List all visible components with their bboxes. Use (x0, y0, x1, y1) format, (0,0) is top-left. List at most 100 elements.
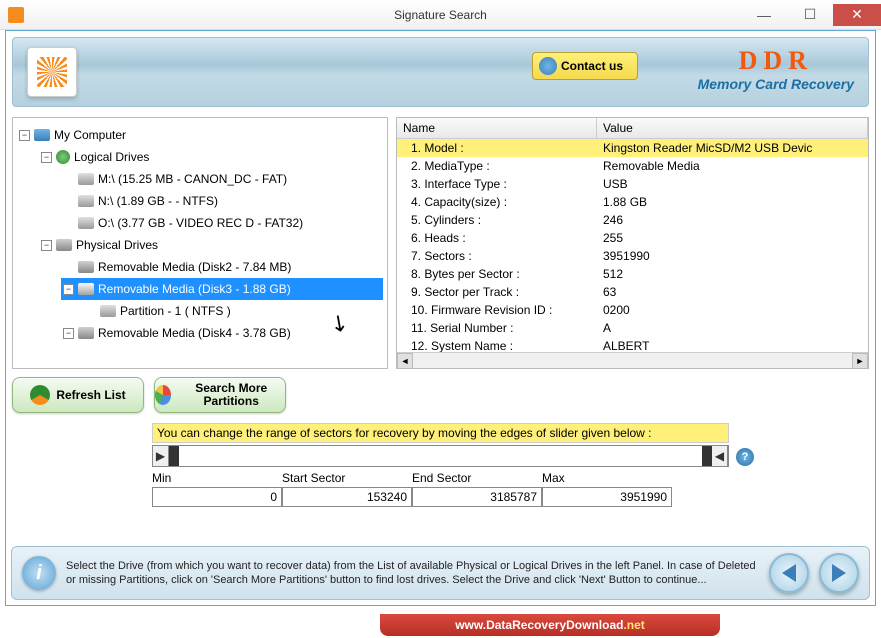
refresh-list-button[interactable]: Refresh List (12, 377, 144, 413)
brand-block: DDR Memory Card Recovery (698, 46, 854, 92)
max-input[interactable] (542, 487, 672, 507)
scroll-left-icon[interactable]: ◄ (397, 353, 413, 369)
window-body: Contact us DDR Memory Card Recovery −My … (5, 30, 876, 606)
prop-name: 8. Bytes per Sector : (397, 267, 597, 281)
tree-partition-0[interactable]: Partition - 1 ( NTFS ) (83, 300, 383, 322)
start-sector-input[interactable] (282, 487, 412, 507)
prop-value: 0200 (597, 303, 868, 317)
tree-label: Logical Drives (74, 150, 149, 164)
property-row[interactable]: 10. Firmware Revision ID :0200 (397, 301, 868, 319)
prop-value: 3951990 (597, 249, 868, 263)
slider-handle-left[interactable] (169, 446, 179, 466)
contact-avatar-icon (539, 57, 557, 75)
property-row[interactable]: 3. Interface Type :USB (397, 175, 868, 193)
slider-hint: You can change the range of sectors for … (152, 423, 729, 443)
properties-panel: Name Value 1. Model :Kingston Reader Mic… (396, 117, 869, 369)
minimize-button[interactable]: — (741, 4, 787, 26)
tree-physical-drives[interactable]: − Physical Drives (39, 234, 383, 256)
prop-name: 12. System Name : (397, 339, 597, 352)
search-more-label: Search More Partitions (177, 382, 285, 408)
maximize-button[interactable]: ☐ (787, 4, 833, 26)
tree-toggle-icon[interactable]: − (63, 284, 74, 295)
tree-toggle-icon[interactable]: − (63, 328, 74, 339)
url-domain: DataRecoveryDownload (486, 618, 623, 632)
tree-label: Removable Media (Disk3 - 1.88 GB) (98, 282, 291, 296)
slider-handle-right[interactable] (702, 446, 712, 466)
contact-us-button[interactable]: Contact us (532, 52, 638, 80)
prop-name: 1. Model : (397, 141, 597, 155)
sector-range-section: You can change the range of sectors for … (12, 423, 869, 507)
prop-value: 246 (597, 213, 868, 227)
prop-name: 5. Cylinders : (397, 213, 597, 227)
tree-root[interactable]: −My Computer (17, 124, 383, 146)
close-button[interactable]: ✕ (833, 4, 881, 26)
brand-subtitle: Memory Card Recovery (698, 76, 854, 92)
property-row[interactable]: 9. Sector per Track :63 (397, 283, 868, 301)
tree-label: Partition - 1 ( NTFS ) (120, 304, 231, 318)
next-button[interactable] (819, 553, 859, 593)
drive-tree[interactable]: −My Computer−Logical DrivesM:\ (15.25 MB… (12, 117, 388, 369)
prop-value: 1.88 GB (597, 195, 868, 209)
property-row[interactable]: 12. System Name :ALBERT (397, 337, 868, 352)
prop-value: Kingston Reader MicSD/M2 USB Devic (597, 141, 868, 155)
disk-icon (78, 261, 94, 273)
property-row[interactable]: 11. Serial Number :A (397, 319, 868, 337)
property-row[interactable]: 8. Bytes per Sector :512 (397, 265, 868, 283)
drive-icon (78, 173, 94, 185)
tree-logical-drives[interactable]: − Logical Drives (39, 146, 383, 168)
drive-icon (100, 305, 116, 317)
slider-right-edge[interactable]: ◀ (712, 446, 728, 466)
contact-label: Contact us (561, 59, 623, 73)
partitions-icon (155, 385, 171, 405)
min-label: Min (152, 471, 282, 485)
prop-name: 10. Firmware Revision ID : (397, 303, 597, 317)
prop-value: Removable Media (597, 159, 868, 173)
prop-name: 4. Capacity(size) : (397, 195, 597, 209)
prop-value: 255 (597, 231, 868, 245)
tree-toggle-icon[interactable]: − (41, 240, 52, 251)
next-arrow-icon (832, 564, 846, 582)
tree-physical-2[interactable]: − Removable Media (Disk4 - 3.78 GB) (61, 322, 383, 344)
tree-physical-1[interactable]: − Removable Media (Disk3 - 1.88 GB) (61, 278, 383, 300)
tree-label: Removable Media (Disk4 - 3.78 GB) (98, 326, 291, 340)
app-logo (27, 47, 77, 97)
back-arrow-icon (782, 564, 796, 582)
properties-body[interactable]: 1. Model :Kingston Reader MicSD/M2 USB D… (397, 139, 868, 352)
property-row[interactable]: 6. Heads :255 (397, 229, 868, 247)
refresh-icon (30, 385, 50, 405)
property-row[interactable]: 1. Model :Kingston Reader MicSD/M2 USB D… (397, 139, 868, 157)
prop-value: 512 (597, 267, 868, 281)
slider-left-edge[interactable]: ▶ (153, 446, 169, 466)
col-header-value[interactable]: Value (597, 118, 868, 138)
tree-logical-1[interactable]: N:\ (1.89 GB - - NTFS) (61, 190, 383, 212)
property-row[interactable]: 5. Cylinders :246 (397, 211, 868, 229)
h-scrollbar[interactable]: ◄ ► (397, 352, 868, 368)
end-sector-input[interactable] (412, 487, 542, 507)
app-icon (8, 7, 24, 23)
prop-name: 9. Sector per Track : (397, 285, 597, 299)
help-icon[interactable]: ? (736, 448, 754, 466)
sector-slider[interactable]: ▶ ◀ ? (152, 445, 729, 467)
search-more-partitions-button[interactable]: Search More Partitions (154, 377, 286, 413)
tree-physical-0[interactable]: Removable Media (Disk2 - 7.84 MB) (61, 256, 383, 278)
tree-logical-0[interactable]: M:\ (15.25 MB - CANON_DC - FAT) (61, 168, 383, 190)
tree-label: Physical Drives (76, 238, 158, 252)
tree-toggle-icon[interactable]: − (41, 152, 52, 163)
drive-icon (78, 195, 94, 207)
back-button[interactable] (769, 553, 809, 593)
tree-logical-2[interactable]: O:\ (3.77 GB - VIDEO REC D - FAT32) (61, 212, 383, 234)
prop-value: 63 (597, 285, 868, 299)
prop-name: 2. MediaType : (397, 159, 597, 173)
prop-value: USB (597, 177, 868, 191)
property-row[interactable]: 2. MediaType :Removable Media (397, 157, 868, 175)
info-icon: i (22, 556, 56, 590)
property-row[interactable]: 7. Sectors :3951990 (397, 247, 868, 265)
min-input[interactable] (152, 487, 282, 507)
website-banner[interactable]: www.DataRecoveryDownload.net (380, 614, 720, 636)
tree-toggle-icon[interactable]: − (19, 130, 30, 141)
col-header-name[interactable]: Name (397, 118, 597, 138)
property-row[interactable]: 4. Capacity(size) :1.88 GB (397, 193, 868, 211)
footer-bar: i Select the Drive (from which you want … (11, 546, 870, 600)
scroll-right-icon[interactable]: ► (852, 353, 868, 369)
titlebar: Signature Search — ☐ ✕ (0, 0, 881, 30)
